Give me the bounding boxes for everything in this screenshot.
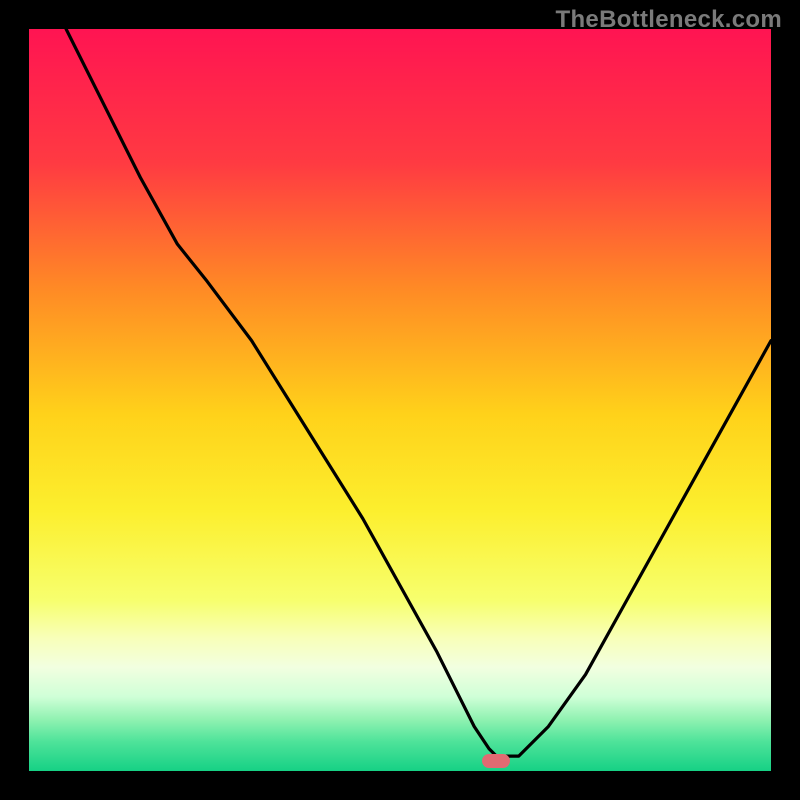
gradient-background — [29, 29, 771, 771]
bottleneck-curve — [29, 29, 771, 771]
plot-area — [29, 29, 771, 771]
optimal-point-marker — [482, 754, 510, 768]
chart-frame: TheBottleneck.com — [0, 0, 800, 800]
